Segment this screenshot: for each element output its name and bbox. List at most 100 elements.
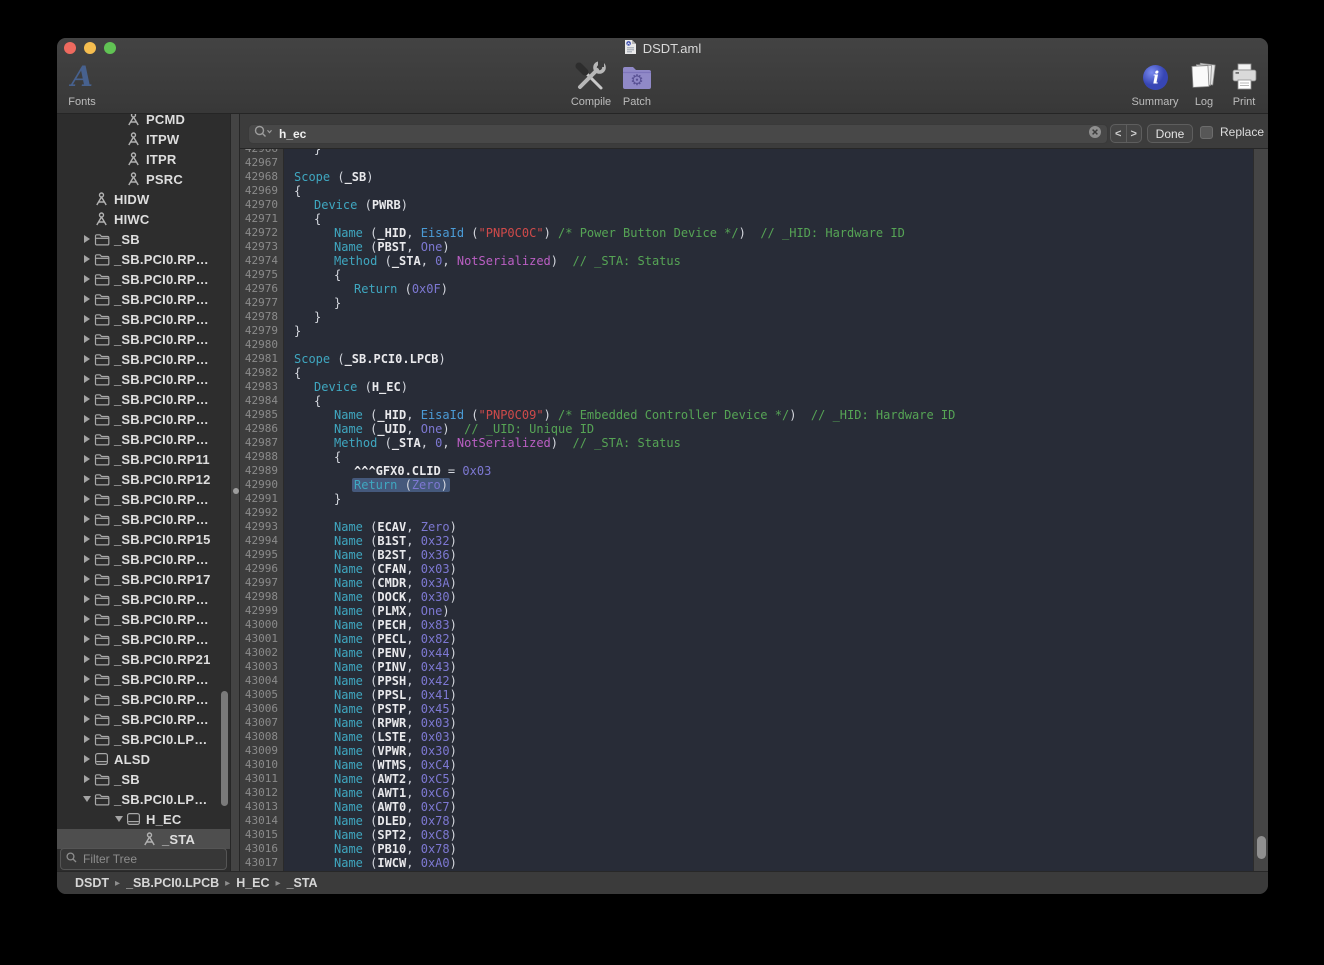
disclosure-collapsed-icon[interactable] (80, 495, 94, 503)
sidebar-item-sb-pci0-rp17[interactable]: _SB.PCI0.RP17 (57, 569, 230, 589)
disclosure-collapsed-icon[interactable] (80, 595, 94, 603)
disclosure-collapsed-icon[interactable] (80, 435, 94, 443)
sidebar-item-sb-pci0-rp[interactable]: _SB.PCI0.RP… (57, 289, 230, 309)
sidebar-item-sb-pci0-rp[interactable]: _SB.PCI0.RP… (57, 349, 230, 369)
sidebar-item-sb-pci0-lp[interactable]: _SB.PCI0.LP… (57, 729, 230, 749)
sidebar-item-sb-pci0-rp11[interactable]: _SB.PCI0.RP11 (57, 449, 230, 469)
code-line[interactable]: Name (PENV, 0x44) (284, 646, 1253, 660)
code-line[interactable]: Device (H_EC) (284, 380, 1253, 394)
split-divider[interactable] (230, 114, 240, 871)
disclosure-collapsed-icon[interactable] (80, 615, 94, 623)
disclosure-collapsed-icon[interactable] (80, 295, 94, 303)
code-editor[interactable]: 4296642967429684296942970429714297242973… (240, 149, 1268, 871)
code-line[interactable]: } (284, 296, 1253, 310)
sidebar-item-itpw[interactable]: ITPW (57, 129, 230, 149)
code-line[interactable]: { (284, 212, 1253, 226)
find-previous-button[interactable]: < (1111, 125, 1127, 142)
disclosure-collapsed-icon[interactable] (80, 335, 94, 343)
patch-button[interactable]: ⚙ Patch (615, 59, 659, 111)
code-line[interactable]: Name (IWCW, 0xA0) (284, 856, 1253, 870)
code-line[interactable]: Scope (_SB.PCI0.LPCB) (284, 352, 1253, 366)
disclosure-collapsed-icon[interactable] (80, 255, 94, 263)
code-line[interactable]: Name (AWT0, 0xC7) (284, 800, 1253, 814)
code-line[interactable]: Name (_HID, EisaId ("PNP0C09") /* Embedd… (284, 408, 1253, 422)
sidebar-item-sb-pci0-rp[interactable]: _SB.PCI0.RP… (57, 369, 230, 389)
code-line[interactable]: Name (CFAN, 0x03) (284, 562, 1253, 576)
code-line[interactable]: Name (LSTE, 0x03) (284, 730, 1253, 744)
sidebar-item-sb-pci0-rp[interactable]: _SB.PCI0.RP… (57, 389, 230, 409)
code-line[interactable]: Return (Zero) (284, 478, 1253, 492)
sidebar-item-sb-pci0-rp[interactable]: _SB.PCI0.RP… (57, 269, 230, 289)
sidebar-item-sb-pci0-rp[interactable]: _SB.PCI0.RP… (57, 689, 230, 709)
code-line[interactable]: Name (PINV, 0x43) (284, 660, 1253, 674)
search-icon[interactable] (254, 125, 273, 143)
code-line[interactable]: Name (_HID, EisaId ("PNP0C0C") /* Power … (284, 226, 1253, 240)
disclosure-collapsed-icon[interactable] (80, 775, 94, 783)
disclosure-collapsed-icon[interactable] (80, 555, 94, 563)
code-line[interactable] (284, 156, 1253, 170)
code-line[interactable]: Name (PECH, 0x83) (284, 618, 1253, 632)
compile-button[interactable]: Compile (563, 59, 619, 111)
find-input[interactable] (277, 126, 1084, 142)
code-line[interactable]: Name (PBST, One) (284, 240, 1253, 254)
code-line[interactable]: Device (PWRB) (284, 198, 1253, 212)
disclosure-collapsed-icon[interactable] (80, 755, 94, 763)
code-line[interactable]: Scope (_SB) (284, 170, 1253, 184)
sidebar-item-sb-pci0-rp[interactable]: _SB.PCI0.RP… (57, 309, 230, 329)
disclosure-collapsed-icon[interactable] (80, 655, 94, 663)
code-line[interactable]: { (284, 450, 1253, 464)
code-line[interactable]: Name (B2ST, 0x36) (284, 548, 1253, 562)
code-line[interactable]: ^^^GFX0.CLID = 0x03 (284, 464, 1253, 478)
code-line[interactable]: { (284, 394, 1253, 408)
sidebar-item-sb-pci0-rp[interactable]: _SB.PCI0.RP… (57, 509, 230, 529)
sidebar-item-sb-pci0-rp[interactable]: _SB.PCI0.RP… (57, 669, 230, 689)
code-line[interactable]: Name (PECL, 0x82) (284, 632, 1253, 646)
disclosure-collapsed-icon[interactable] (80, 715, 94, 723)
find-field[interactable] (248, 124, 1108, 144)
code-line[interactable]: Name (_UID, One) // _UID: Unique ID (284, 422, 1253, 436)
divider-dimple-icon[interactable] (233, 488, 239, 494)
code-line[interactable]: Name (ECAV, Zero) (284, 520, 1253, 534)
code-view[interactable]: } Scope (_SB){Device (PWRB){Name (_HID, … (284, 149, 1253, 871)
disclosure-collapsed-icon[interactable] (80, 275, 94, 283)
sidebar-item-sb-pci0-rp[interactable]: _SB.PCI0.RP… (57, 589, 230, 609)
disclosure-collapsed-icon[interactable] (80, 675, 94, 683)
sidebar-item-sb-pci0-rp[interactable]: _SB.PCI0.RP… (57, 709, 230, 729)
done-button[interactable]: Done (1147, 124, 1193, 143)
sidebar-item-sb-pci0-rp[interactable]: _SB.PCI0.RP… (57, 489, 230, 509)
code-line[interactable]: } (284, 310, 1253, 324)
sidebar-item-sb-pci0-rp21[interactable]: _SB.PCI0.RP21 (57, 649, 230, 669)
code-line[interactable]: { (284, 184, 1253, 198)
breadcrumb-item[interactable]: _STA (287, 876, 318, 890)
fonts-button[interactable]: A Fonts (60, 59, 104, 111)
sidebar-item-sb-pci0-rp[interactable]: _SB.PCI0.RP… (57, 629, 230, 649)
disclosure-collapsed-icon[interactable] (80, 735, 94, 743)
sidebar-item-sb-pci0-lp[interactable]: _SB.PCI0.LP… (57, 789, 230, 809)
disclosure-collapsed-icon[interactable] (80, 695, 94, 703)
sidebar-item-alsd[interactable]: ALSD (57, 749, 230, 769)
code-line[interactable]: Name (SPT2, 0xC8) (284, 828, 1253, 842)
code-line[interactable]: { (284, 366, 1253, 380)
editor-scrollbar-thumb[interactable] (1257, 836, 1266, 859)
sidebar-item-itpr[interactable]: ITPR (57, 149, 230, 169)
disclosure-collapsed-icon[interactable] (80, 575, 94, 583)
disclosure-collapsed-icon[interactable] (80, 395, 94, 403)
disclosure-collapsed-icon[interactable] (80, 515, 94, 523)
code-line[interactable]: } (284, 149, 1253, 156)
code-line[interactable]: { (284, 268, 1253, 282)
code-line[interactable]: Name (PB10, 0x78) (284, 842, 1253, 856)
sidebar-item-psrc[interactable]: PSRC (57, 169, 230, 189)
sidebar-item-sb-pci0-rp[interactable]: _SB.PCI0.RP… (57, 609, 230, 629)
log-button[interactable]: Log (1186, 59, 1222, 111)
sidebar-item-sta[interactable]: _STA (57, 829, 230, 849)
sidebar-item-sb[interactable]: _SB (57, 769, 230, 789)
sidebar-item-sb-pci0-rp15[interactable]: _SB.PCI0.RP15 (57, 529, 230, 549)
code-line[interactable] (284, 338, 1253, 352)
code-line[interactable]: } (284, 492, 1253, 506)
sidebar-item-pcmd[interactable]: PCMD (57, 114, 230, 129)
code-line[interactable]: Name (WTMS, 0xC4) (284, 758, 1253, 772)
code-line[interactable]: Name (PPSH, 0x42) (284, 674, 1253, 688)
code-line[interactable]: Name (AWT1, 0xC6) (284, 786, 1253, 800)
sidebar-item-sb-pci0-rp[interactable]: _SB.PCI0.RP… (57, 249, 230, 269)
disclosure-collapsed-icon[interactable] (80, 415, 94, 423)
